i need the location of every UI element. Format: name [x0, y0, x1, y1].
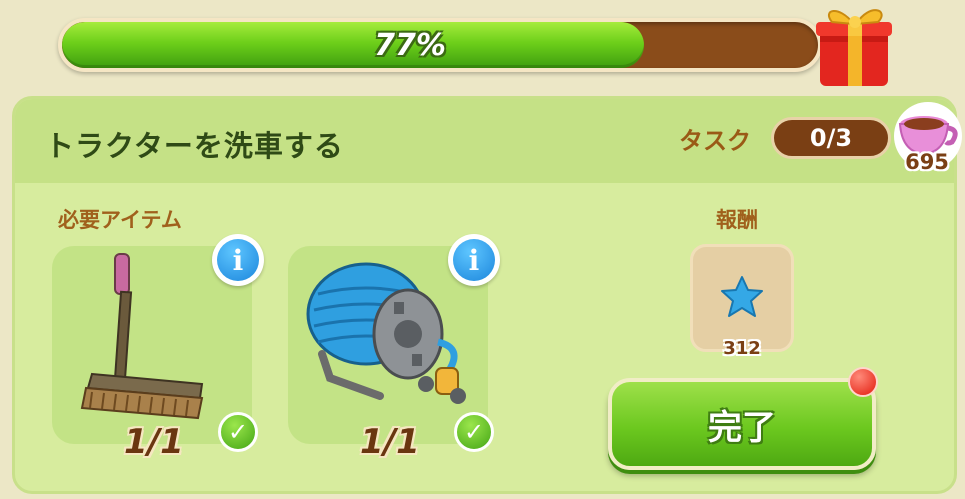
- reward-value: 312: [723, 338, 761, 359]
- currency-count: 695: [905, 150, 949, 174]
- item-count: 1/1: [360, 422, 420, 462]
- task-progress-badge: 0/3: [771, 117, 891, 159]
- complete-button[interactable]: 完了: [608, 378, 876, 470]
- info-icon[interactable]: i: [212, 234, 264, 286]
- required-items-label: 必要アイテム: [58, 208, 182, 232]
- checkmark-icon: ✓: [218, 412, 258, 452]
- item-count: 1/1: [124, 422, 184, 462]
- gift-box-icon[interactable]: [808, 0, 900, 92]
- quest-header: トラクターを洗車する タスク 0/3: [15, 99, 954, 183]
- quest-title: トラクターを洗車する: [45, 129, 344, 163]
- notification-dot: [848, 367, 878, 397]
- reward-card[interactable]: [690, 244, 794, 352]
- blue-star-icon: [721, 276, 763, 317]
- checkmark-icon: ✓: [454, 412, 494, 452]
- quest-progress-bar: 77%: [58, 18, 822, 72]
- info-icon[interactable]: i: [448, 234, 500, 286]
- task-label: タスク: [679, 127, 751, 155]
- reward-label: 報酬: [716, 208, 758, 232]
- progress-label: 77%: [374, 27, 446, 63]
